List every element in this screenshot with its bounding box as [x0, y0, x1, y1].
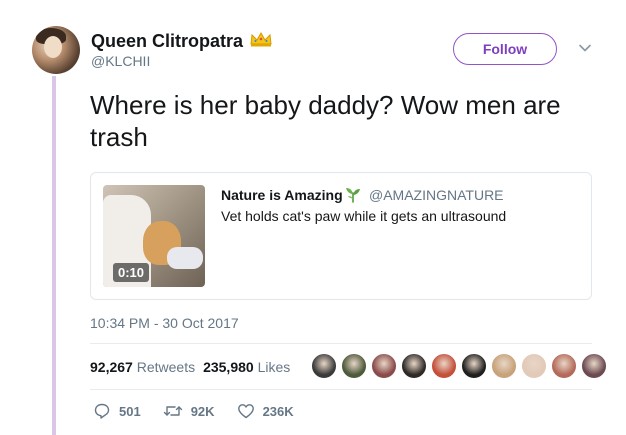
liker-avatar[interactable]	[400, 352, 428, 380]
heart-icon	[237, 404, 254, 419]
quoted-tweet-text: Vet holds cat's paw while it gets an ult…	[221, 208, 507, 224]
tweet-timestamp[interactable]: 10:34 PM - 30 Oct 2017	[90, 315, 239, 331]
divider	[90, 343, 592, 344]
divider	[90, 389, 592, 390]
liker-avatar[interactable]	[310, 352, 338, 380]
like-button[interactable]: 236K	[237, 402, 294, 420]
liker-avatar[interactable]	[550, 352, 578, 380]
chevron-down-icon[interactable]	[578, 41, 592, 55]
liker-avatar[interactable]	[340, 352, 368, 380]
sprout-icon	[346, 188, 360, 203]
liker-avatar[interactable]	[520, 352, 548, 380]
thumbnail-glove	[167, 247, 203, 269]
retweet-count: 92K	[190, 403, 215, 419]
crown-icon	[250, 31, 272, 47]
reply-icon	[94, 403, 110, 419]
likes-count: 235,980	[203, 359, 254, 375]
likes-stat[interactable]: 235,980 Likes	[203, 359, 290, 375]
author-name[interactable]: Queen Clitropatra	[91, 31, 243, 52]
like-count: 236K	[262, 403, 294, 419]
author-avatar[interactable]	[32, 26, 80, 74]
retweets-stat[interactable]: 92,267 Retweets	[90, 359, 195, 375]
video-duration-badge: 0:10	[113, 263, 150, 282]
liker-avatar[interactable]	[430, 352, 458, 380]
thread-line	[52, 76, 56, 435]
reply-button[interactable]: 501	[93, 402, 141, 420]
tweet-text: Where is her baby daddy? Wow men are tra…	[90, 90, 561, 152]
follow-button[interactable]: Follow	[453, 33, 557, 65]
retweets-count: 92,267	[90, 359, 133, 375]
quoted-author-handle[interactable]: @AMAZINGNATURE	[369, 187, 504, 203]
tweet-actions: 501 92K 236K	[93, 402, 316, 420]
video-thumbnail[interactable]: 0:10	[103, 185, 205, 287]
liker-avatar[interactable]	[580, 352, 608, 380]
likes-label: Likes	[257, 359, 291, 375]
liker-avatar[interactable]	[460, 352, 488, 380]
retweet-icon	[163, 406, 182, 416]
retweets-label: Retweets	[136, 359, 196, 375]
avatar-face	[44, 36, 62, 58]
liker-avatar[interactable]	[490, 352, 518, 380]
reply-count: 501	[119, 403, 141, 419]
author-handle[interactable]: @KLCHII	[91, 53, 150, 69]
quoted-author-name[interactable]: Nature is Amazing	[221, 187, 343, 203]
retweet-button[interactable]: 92K	[163, 402, 215, 420]
liker-avatars	[310, 352, 610, 384]
liker-avatar[interactable]	[370, 352, 398, 380]
quoted-tweet-card[interactable]: 0:10 Nature is Amazing @AMAZINGNATURE Ve…	[90, 172, 592, 300]
tweet-stats: 92,267 Retweets 235,980 Likes	[90, 359, 290, 375]
